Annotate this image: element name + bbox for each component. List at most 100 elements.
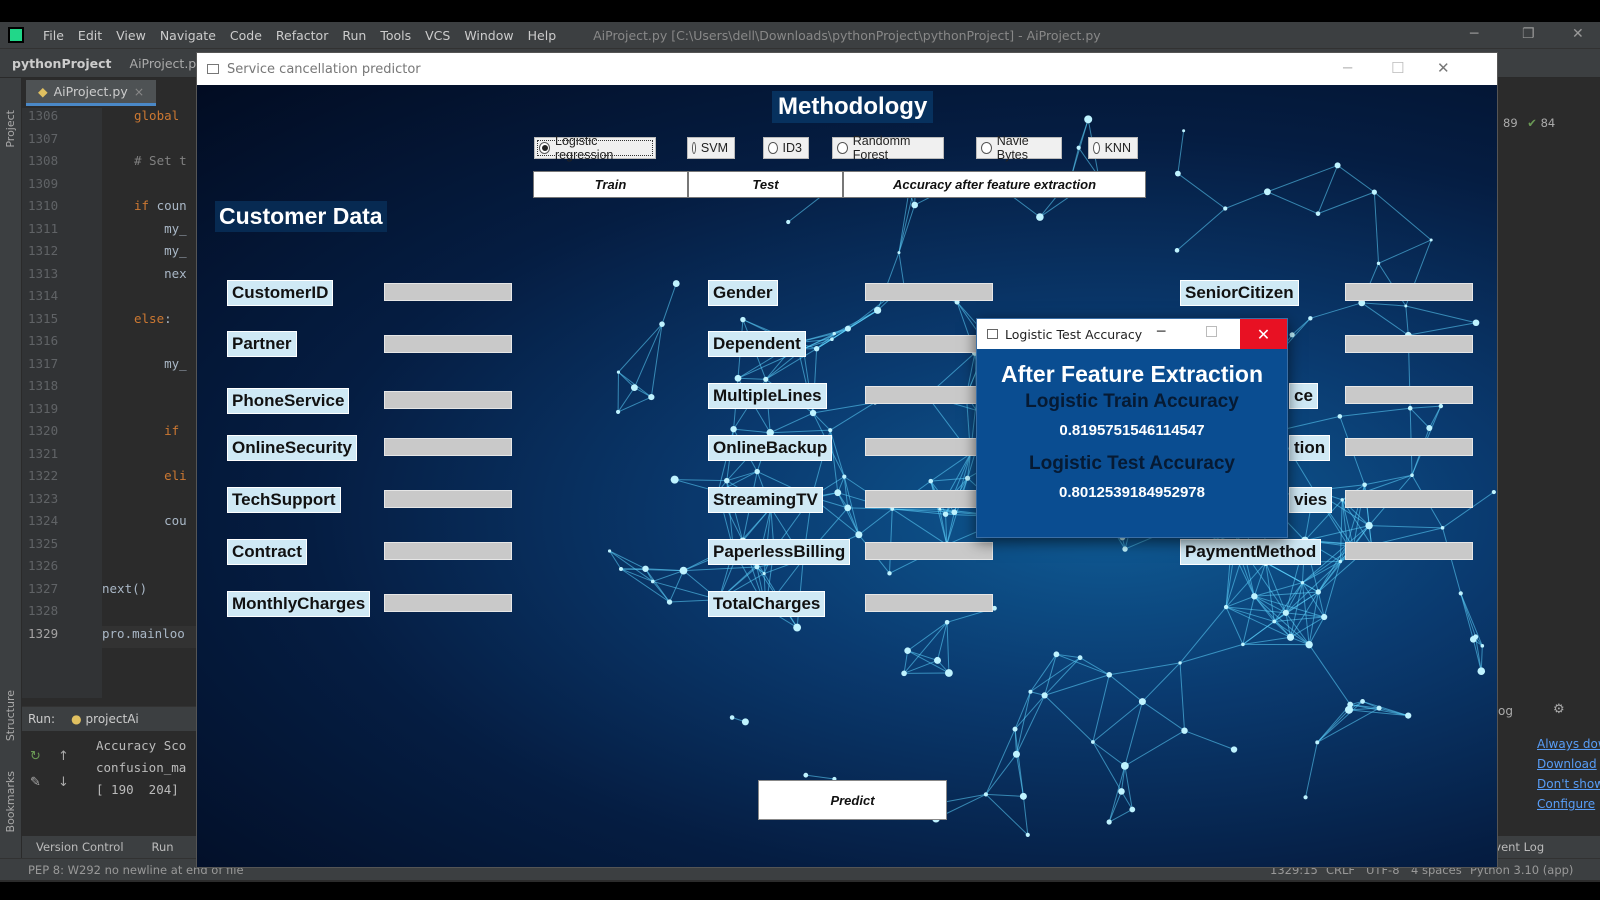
code-line: else:	[134, 310, 172, 326]
input-gender[interactable]	[865, 283, 993, 301]
event-link-dont-show[interactable]: Don't show	[1537, 774, 1600, 794]
methodology-title: Methodology	[772, 91, 934, 123]
radio-logistic-regression[interactable]: Logistic regression	[534, 134, 656, 162]
input-multiplelines[interactable]	[865, 386, 993, 404]
event-link-configure[interactable]: Configure	[1537, 794, 1600, 814]
line-number: 1317	[28, 355, 59, 371]
input-contract[interactable]	[384, 542, 512, 560]
run-tab[interactable]: Run	[152, 840, 174, 854]
event-link-download[interactable]: Download	[1537, 754, 1600, 774]
test-button[interactable]: Test	[688, 171, 843, 198]
test-accuracy-label: Logistic Test Accuracy	[1029, 453, 1235, 474]
project-tool-tab[interactable]: Project	[4, 110, 17, 148]
code-line: nex	[134, 265, 187, 281]
editor-tab-aiproject[interactable]: ◆ AiProject.py ×	[26, 80, 157, 106]
settings-gear-icon[interactable]: ⚙	[1553, 702, 1565, 717]
menu-window[interactable]: Window	[457, 28, 520, 43]
radio-dot	[981, 142, 992, 154]
up-arrow-icon[interactable]: ↑	[58, 749, 69, 764]
run-output: Accuracy Sco confusion_ma [ 190 204]	[96, 735, 186, 801]
popup-maximize-button[interactable]	[1206, 326, 1217, 337]
left-tool-strip: Project Structure Bookmarks	[0, 78, 22, 858]
popup-minimize-button[interactable]: ─	[1157, 324, 1165, 340]
menu-tools[interactable]: Tools	[373, 28, 418, 43]
input-paymentmethod[interactable]	[1345, 542, 1473, 560]
input-dependent[interactable]	[865, 335, 993, 353]
menu-vcs[interactable]: VCS	[418, 28, 457, 43]
rerun-icon[interactable]: ↻	[30, 749, 41, 764]
ok-count[interactable]: 84	[1541, 116, 1556, 130]
input-col3-row5[interactable]	[1345, 490, 1473, 508]
menu-view[interactable]: View	[109, 28, 153, 43]
line-number: 1313	[28, 265, 59, 281]
input-col3-row2[interactable]	[1345, 335, 1473, 353]
menu-run[interactable]: Run	[335, 28, 373, 43]
bookmarks-tool-tab[interactable]: Bookmarks	[4, 771, 17, 832]
run-config-tab[interactable]: projectAi	[86, 712, 139, 726]
line-number: 1307	[28, 130, 59, 146]
line-number: 1327	[28, 580, 59, 596]
popup-close-button[interactable]: ✕	[1240, 319, 1287, 349]
customer-data-title: Customer Data	[215, 201, 387, 232]
code-line: cou	[134, 513, 187, 528]
line-number: 1320	[28, 423, 59, 438]
menu-refactor[interactable]: Refactor	[269, 28, 335, 43]
radio-dot	[692, 142, 696, 154]
app-minimize-button[interactable]: ─	[1343, 59, 1352, 77]
app-close-button[interactable]: ✕	[1437, 59, 1450, 77]
input-col3-row3[interactable]	[1345, 386, 1473, 404]
code-editor[interactable]: global # Set t if coun my_ my_ nex else: my…	[102, 108, 198, 698]
input-col3-row4[interactable]	[1345, 438, 1473, 456]
predict-button[interactable]: Predict	[758, 780, 947, 820]
menu-help[interactable]: Help	[521, 28, 564, 43]
input-techsupport[interactable]	[384, 490, 512, 508]
radio-dot	[768, 142, 778, 154]
code-line: my_	[134, 355, 187, 371]
label-streamingtv: StreamingTV	[708, 487, 823, 513]
structure-tool-tab[interactable]: Structure	[4, 690, 17, 741]
line-number: 1310	[28, 198, 59, 213]
menu-edit[interactable]: Edit	[71, 28, 109, 43]
radio-dot	[1093, 142, 1100, 154]
version-control-tab[interactable]: Version Control	[36, 840, 124, 854]
input-onlinebackup[interactable]	[865, 438, 993, 456]
ide-restore-button[interactable]: ❐	[1522, 26, 1535, 42]
ide-window-title: AiProject.py [C:\Users\dell\Downloads\py…	[593, 27, 1101, 43]
input-monthlycharges[interactable]	[384, 594, 512, 612]
input-customerid[interactable]	[384, 283, 512, 301]
input-streamingtv[interactable]	[865, 490, 993, 508]
close-tab-icon[interactable]: ×	[134, 84, 144, 99]
event-link-always-download[interactable]: Always dow	[1537, 734, 1600, 754]
input-phoneservice[interactable]	[384, 391, 512, 409]
down-arrow-icon[interactable]: ↓	[58, 775, 69, 790]
menu-code[interactable]: Code	[223, 28, 269, 43]
radio-naive-bayes[interactable]: Navie Bytes	[976, 134, 1062, 162]
radio-svm[interactable]: SVM	[687, 137, 735, 159]
input-seniorcitizen[interactable]	[1345, 283, 1473, 301]
train-button[interactable]: Train	[533, 171, 688, 198]
radio-random-forest[interactable]: Randomm Forest	[832, 134, 944, 162]
menu-navigate[interactable]: Navigate	[153, 28, 223, 43]
input-totalcharges[interactable]	[865, 594, 993, 612]
app-maximize-button[interactable]: ☐	[1391, 59, 1404, 77]
warning-count[interactable]: 89	[1503, 116, 1518, 130]
input-paperlessbilling[interactable]	[865, 542, 993, 560]
python-icon: ●	[71, 712, 82, 726]
line-number: 1329	[28, 625, 59, 641]
accuracy-after-feature-extraction-button[interactable]: Accuracy after feature extraction	[843, 171, 1146, 198]
breadcrumb-project[interactable]: pythonProject	[12, 56, 112, 71]
input-partner[interactable]	[384, 335, 512, 353]
ide-close-button[interactable]: ✕	[1572, 26, 1584, 42]
line-number: 1322	[28, 468, 59, 483]
ide-minimize-button[interactable]: ─	[1470, 26, 1478, 42]
wrench-icon[interactable]: ✎	[30, 775, 41, 790]
breadcrumb-file[interactable]: AiProject.py	[130, 56, 204, 71]
label-techsupport: TechSupport	[227, 487, 341, 513]
input-onlinesecurity[interactable]	[384, 438, 512, 456]
radio-knn[interactable]: KNN	[1088, 137, 1138, 159]
line-number: 1306	[28, 108, 59, 123]
radio-id3[interactable]: ID3	[763, 137, 809, 159]
menu-file[interactable]: File	[36, 28, 71, 43]
event-log-header-fragment: og	[1498, 704, 1513, 718]
line-number: 1328	[28, 603, 59, 618]
